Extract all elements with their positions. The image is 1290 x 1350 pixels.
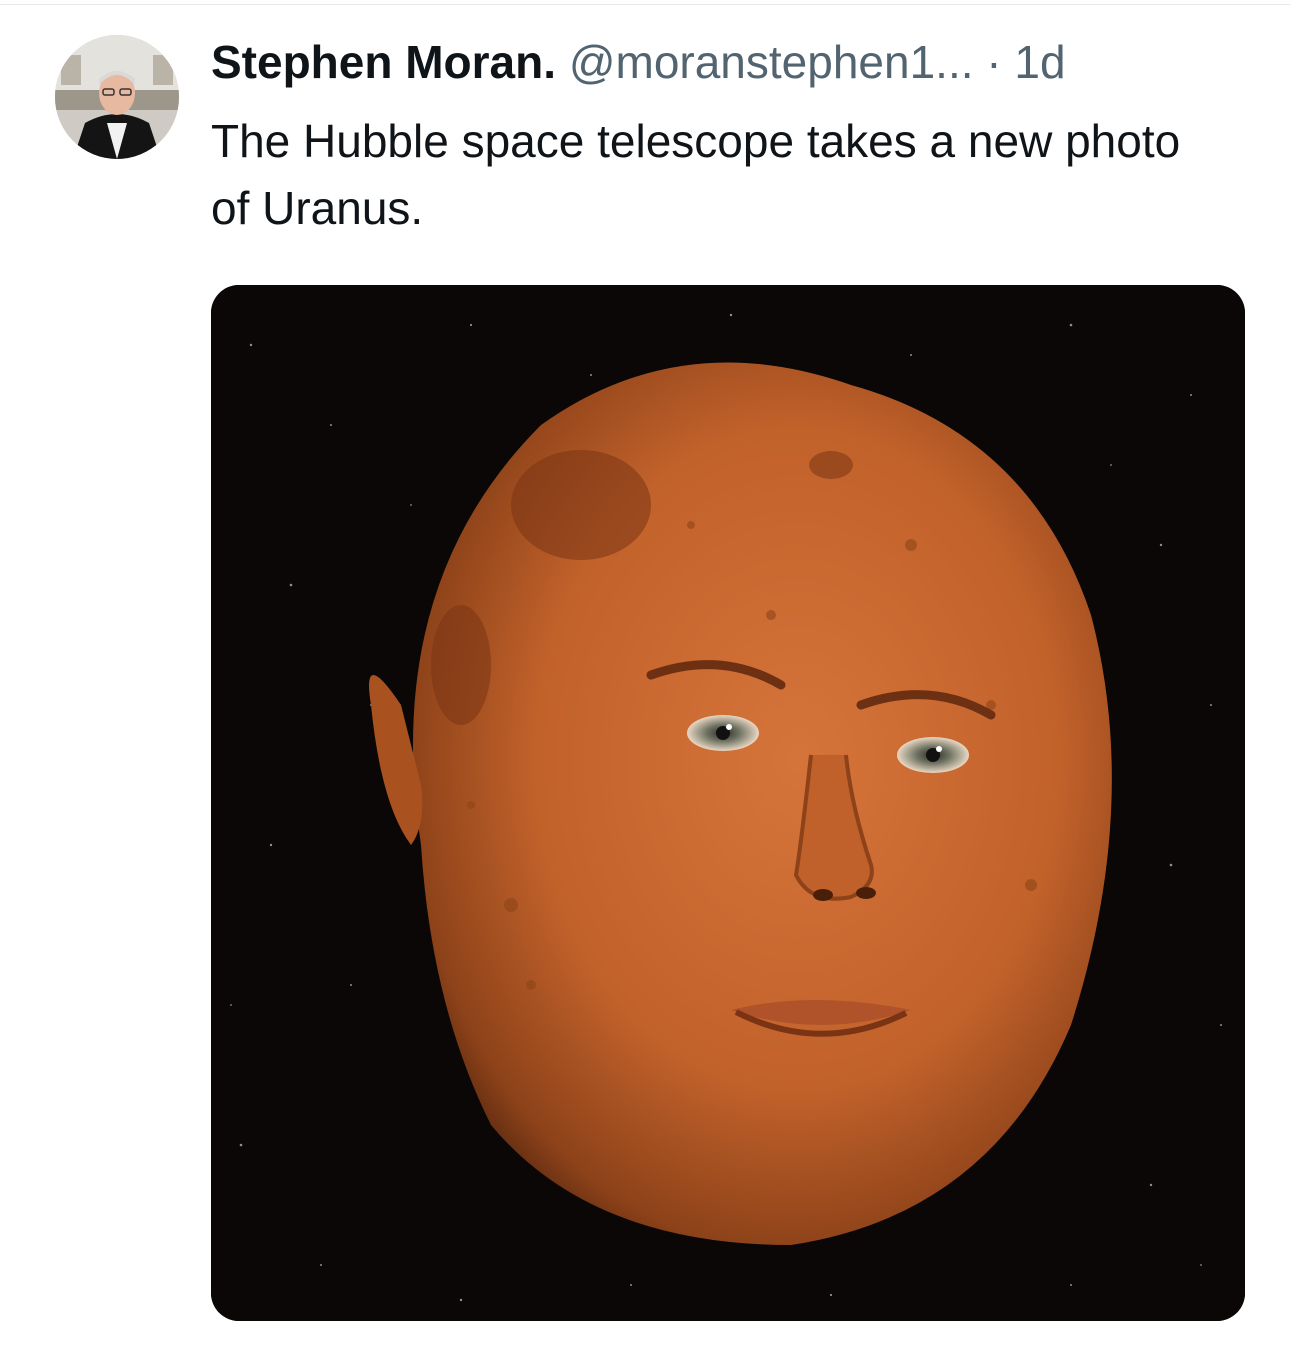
tweet-body: Stephen Moran. @moranstephen1... · 1d Th… bbox=[211, 30, 1251, 242]
tweet-header: Stephen Moran. @moranstephen1... · 1d bbox=[211, 30, 1251, 94]
tweet-media-photo[interactable] bbox=[211, 285, 1245, 1321]
top-divider bbox=[0, 4, 1290, 5]
author-handle[interactable]: @moranstephen1... bbox=[569, 36, 974, 88]
tweet-text: The Hubble space telescope takes a new p… bbox=[211, 115, 1181, 234]
planet-face-image bbox=[211, 285, 1245, 1321]
header-separator: · bbox=[986, 36, 1002, 88]
author-avatar[interactable] bbox=[55, 35, 179, 159]
avatar-photo bbox=[55, 35, 179, 159]
author-display-name[interactable]: Stephen Moran. bbox=[211, 36, 556, 88]
tweet-timestamp[interactable]: 1d bbox=[1014, 36, 1065, 88]
